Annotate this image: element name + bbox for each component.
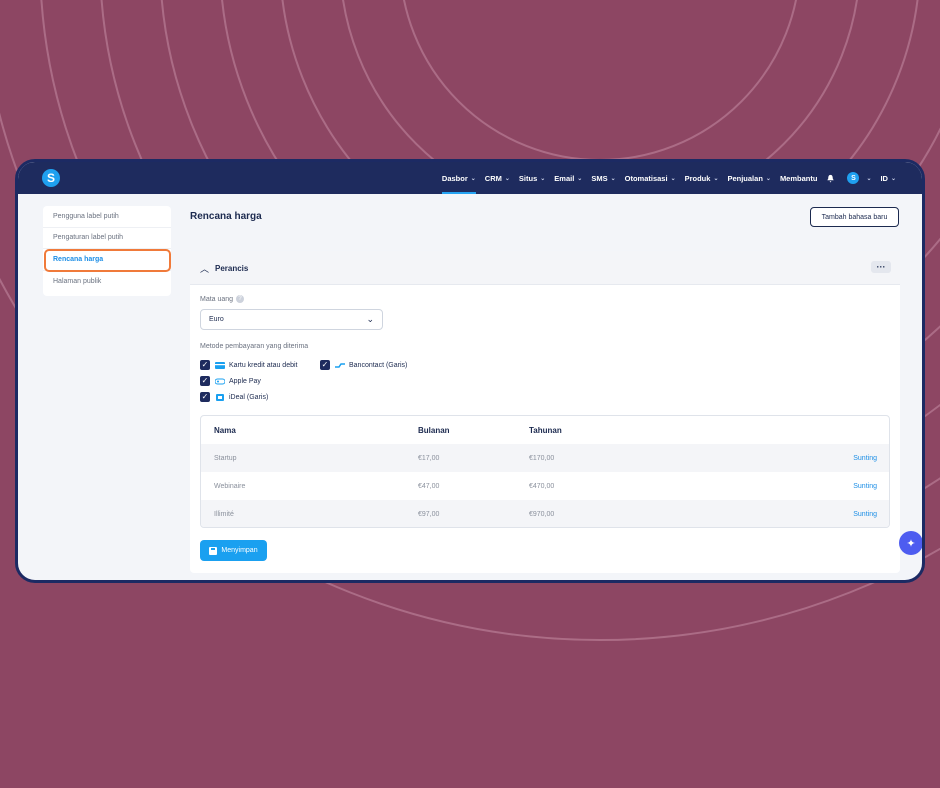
plan-monthly-price: €17,00: [418, 454, 440, 462]
payment-method-card[interactable]: ✓ Kartu kredit atau debit: [200, 360, 298, 370]
sidebar-item-rencana-harga[interactable]: Rencana harga: [43, 249, 171, 271]
account-avatar[interactable]: S: [847, 172, 860, 184]
payment-methods-label: Metode pembayaran yang diterima: [200, 343, 309, 350]
column-header-yearly: Tahunan: [529, 425, 562, 435]
chevron-down-icon: ⌄: [504, 175, 510, 182]
ai-assistant-sparkle-icon[interactable]: ✦: [899, 531, 922, 555]
chevron-up-icon[interactable]: ︿: [200, 262, 209, 275]
plan-name: Webinaire: [214, 482, 246, 490]
nav-item-membantu[interactable]: Membantu: [780, 162, 818, 194]
info-icon[interactable]: ?: [236, 295, 245, 303]
checkbox-checked[interactable]: ✓: [200, 392, 210, 402]
checkbox-checked[interactable]: ✓: [200, 376, 210, 386]
top-navbar: S Dasbor ⌄ CRM ⌄ Situs ⌄ Email ⌄ SMS ⌄ Otomat…: [18, 162, 922, 194]
edit-link[interactable]: Sunting: [853, 511, 877, 518]
apple-pay-icon: [215, 378, 225, 384]
plan-monthly-price: €47,00: [418, 482, 440, 490]
chevron-down-icon: ⌄: [540, 175, 546, 182]
chevron-down-icon: ⌄: [765, 175, 771, 182]
chevron-down-icon: ⌄: [470, 175, 476, 182]
plan-monthly-price: €97,00: [418, 510, 440, 518]
plan-yearly-price: €970,00: [529, 510, 555, 518]
save-icon: [209, 546, 218, 555]
plan-yearly-price: €470,00: [529, 482, 555, 490]
nav-item-sms[interactable]: SMS ⌄: [591, 162, 615, 194]
more-options-button[interactable]: ···: [871, 261, 891, 273]
chevron-down-icon: ⌄: [670, 175, 676, 182]
account-menu-caret[interactable]: ⌄: [863, 162, 871, 194]
column-header-name: Nama: [214, 425, 236, 435]
checkbox-checked[interactable]: ✓: [320, 360, 330, 370]
currency-select[interactable]: Euro ⌄: [200, 309, 383, 330]
column-header-monthly: Bulanan: [418, 425, 450, 435]
chevron-down-icon: ⌄: [890, 175, 896, 182]
main-nav: Dasbor ⌄ CRM ⌄ Situs ⌄ Email ⌄ SMS ⌄ Otomatis…: [433, 162, 896, 194]
table-header: Nama Bulanan Tahunan: [201, 416, 889, 444]
bancontact-icon: [335, 362, 345, 368]
nav-item-crm[interactable]: CRM ⌄: [485, 162, 510, 194]
bell-icon[interactable]: [826, 174, 835, 183]
plan-name: Illimité: [214, 510, 234, 518]
chevron-down-icon: ⌄: [713, 175, 719, 182]
table-row: Webinaire €47,00 €470,00 Sunting: [201, 472, 889, 500]
nav-item-produk[interactable]: Produk ⌄: [685, 162, 719, 194]
plan-yearly-price: €170,00: [529, 454, 555, 462]
chevron-down-icon: ⌄: [577, 175, 583, 182]
nav-item-otomatisasi[interactable]: Otomatisasi ⌄: [625, 162, 676, 194]
pricing-table: Nama Bulanan Tahunan Startup €17,00 €170…: [200, 415, 890, 528]
language-switcher[interactable]: ID ⌄: [880, 162, 896, 194]
nav-item-dasbor[interactable]: Dasbor ⌄: [441, 162, 476, 194]
app-logo[interactable]: S: [42, 169, 60, 187]
app-window: S Dasbor ⌄ CRM ⌄ Situs ⌄ Email ⌄ SMS ⌄ Otomat…: [15, 159, 925, 583]
save-button[interactable]: Menyimpan: [200, 540, 267, 561]
pricing-plan-card: ︿ Perancis ··· Mata uang? Euro ⌄ Metode …: [190, 251, 900, 573]
sidebar-item-halaman-publik[interactable]: Halaman publik: [43, 271, 171, 293]
chevron-down-icon: ⌄: [866, 175, 872, 182]
chevron-down-icon: ⌄: [610, 175, 616, 182]
card-title: Perancis: [215, 264, 249, 273]
plan-name: Startup: [214, 454, 237, 462]
chevron-down-icon: ⌄: [366, 314, 374, 324]
ideal-icon: [216, 393, 224, 401]
table-row: Illimité €97,00 €970,00 Sunting: [201, 500, 889, 527]
page-title: Rencana harga: [190, 211, 262, 222]
edit-link[interactable]: Sunting: [853, 455, 877, 462]
payment-method-bancontact[interactable]: ✓ Bancontact (Garis): [320, 360, 407, 370]
nav-item-email[interactable]: Email ⌄: [554, 162, 582, 194]
checkbox-checked[interactable]: ✓: [200, 360, 210, 370]
settings-sidebar: Pengguna label putih Pengaturan label pu…: [43, 206, 171, 296]
add-language-button[interactable]: Tambah bahasa baru: [810, 207, 899, 227]
sidebar-item-pengaturan-label-putih[interactable]: Pengaturan label putih: [43, 228, 171, 249]
payment-method-apple-pay[interactable]: ✓ Apple Pay: [200, 376, 261, 386]
nav-item-penjualan[interactable]: Penjualan ⌄: [727, 162, 770, 194]
nav-item-situs[interactable]: Situs ⌄: [519, 162, 545, 194]
currency-label: Mata uang?: [200, 295, 245, 303]
edit-link[interactable]: Sunting: [853, 483, 877, 490]
card-header[interactable]: ︿ Perancis ···: [190, 251, 900, 285]
credit-card-icon: [215, 361, 225, 369]
table-row: Startup €17,00 €170,00 Sunting: [201, 444, 889, 472]
sidebar-item-pengguna-label-putih[interactable]: Pengguna label putih: [43, 206, 171, 228]
payment-method-ideal[interactable]: ✓ iDeal (Garis): [200, 392, 268, 402]
